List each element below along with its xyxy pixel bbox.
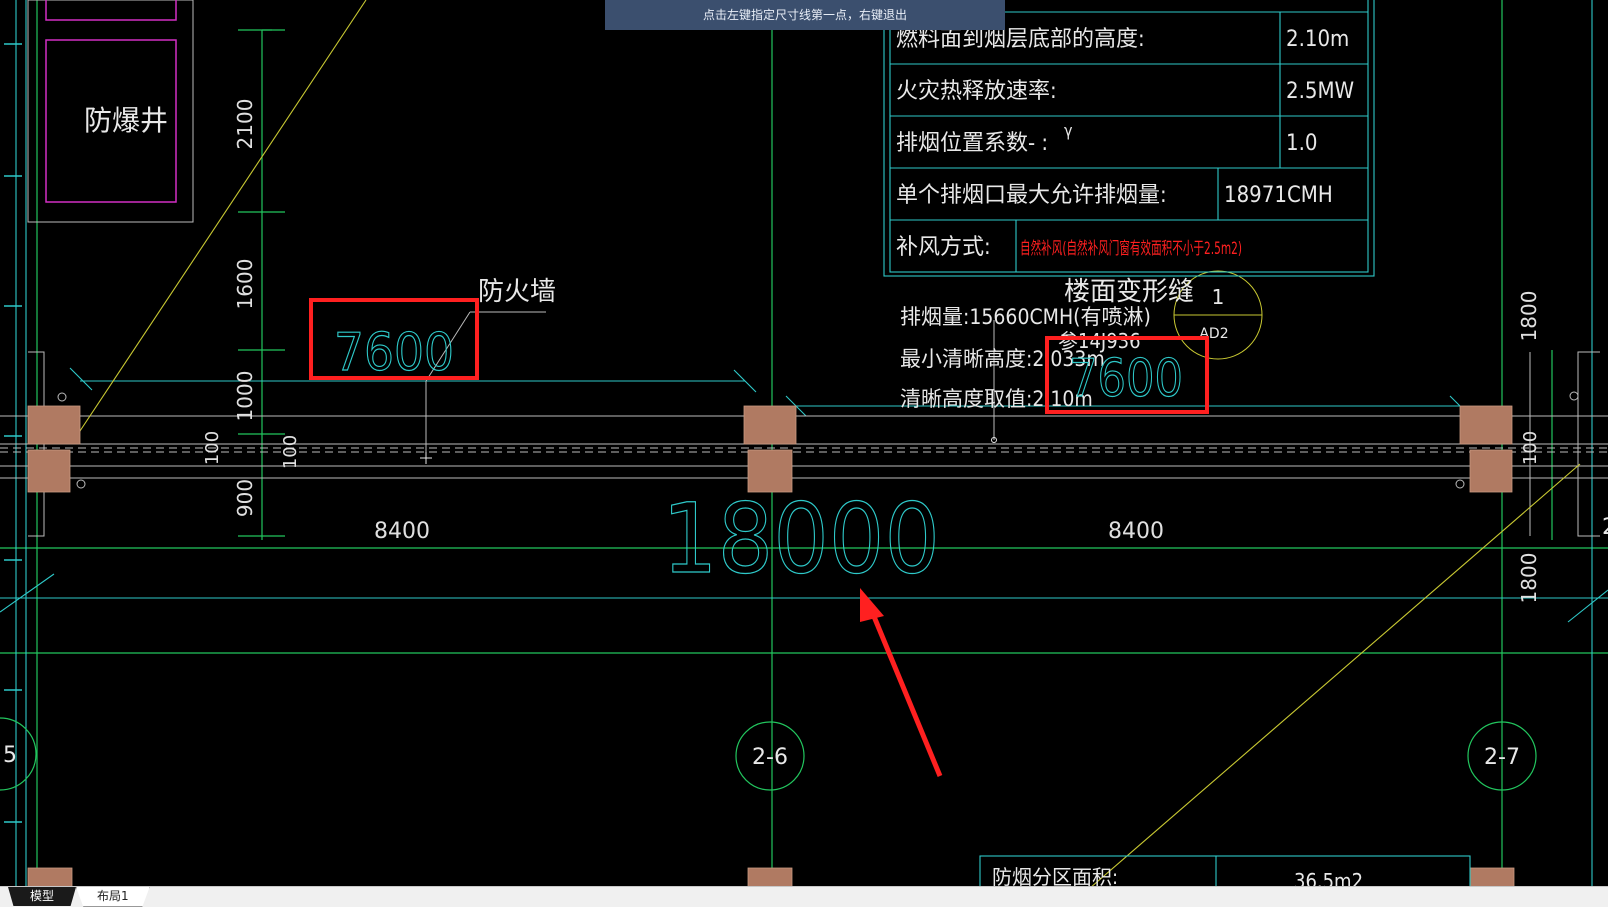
dim-boxed-right-7600: 7600 (1069, 349, 1183, 409)
explosion-shaft-label: 防爆井 (84, 104, 168, 137)
dim-right-1800b: 1800 (1517, 553, 1541, 604)
dim-vertical-1000: 1000 (233, 371, 257, 422)
dim-span-right: 8400 (1108, 519, 1164, 544)
red-annotation-arrow (860, 588, 943, 777)
clear-height-value-note: 清晰高度取值:2.10m (900, 387, 1093, 411)
table-row-3-value: 1.0 (1286, 131, 1317, 156)
axis-label-left: 5 (3, 743, 17, 768)
smoke-volume-note: 排烟量:15660CMH(有喷淋) (900, 305, 1151, 329)
table-row-5-label: 补风方式: (896, 235, 991, 260)
table-row-2-value: 2.5MW (1286, 79, 1354, 104)
table-row-3-label: 排烟位置系数- : (896, 131, 1048, 156)
dim-big-18000: 18000 (662, 483, 940, 595)
table-row-4-label: 单个排烟口最大允许排烟量: (896, 183, 1167, 208)
firewall-label: 防火墙 (478, 277, 556, 307)
table-row-5-value: 自然补风(自然补风门窗有效面积不小于2.5m2) (1020, 239, 1242, 259)
table-row-4-value: 18971CMH (1224, 183, 1333, 208)
dim-vertical-1600: 1600 (233, 259, 257, 310)
table-row-1-value: 2.10m (1286, 27, 1349, 52)
table-bottom-label: 防烟分区面积: (992, 865, 1118, 888)
command-hint-bar: 点击左键指定尺寸线第一点，右键退出 (605, 0, 1005, 30)
cad-drawing-canvas[interactable]: 燃料面到烟层底部的高度: 2.10m 火灾热释放速率: 2.5MW 排烟位置系数… (0, 0, 1608, 888)
detail-number: 1 (1212, 285, 1225, 309)
edge-label-right: 2 (1602, 515, 1608, 540)
table-row-1-label: 燃料面到烟层底部的高度: (896, 27, 1145, 52)
dim-right-1800a: 1800 (1517, 291, 1541, 342)
tab-layout1[interactable]: 布局1 (76, 887, 150, 907)
explosion-shaft-boxes (45, 0, 177, 203)
left-edge-ticks (4, 43, 22, 823)
dim-vertical-100b: 100 (280, 435, 301, 469)
table-row-3-mark: γ (1064, 121, 1073, 140)
dim-right-100: 100 (1520, 431, 1541, 465)
floor-joint-label: 楼面变形缝 (1064, 277, 1194, 307)
dim-vertical-100a: 100 (202, 431, 223, 465)
axis-label-2-7: 2-7 (1484, 745, 1520, 770)
dim-span-left: 8400 (374, 519, 430, 544)
cursor-crosshair (420, 437, 997, 464)
table-row-2-label: 火灾热释放速率: (896, 79, 1057, 104)
tab-model[interactable]: 模型 (8, 887, 77, 906)
dim-vertical-2100: 2100 (233, 99, 257, 150)
axis-label-2-6: 2-6 (752, 745, 788, 770)
dim-boxed-left-7600: 7600 (334, 323, 454, 383)
dim-vertical-900: 900 (233, 479, 257, 517)
layout-tab-bar: 模型 布局1 (0, 886, 1608, 907)
